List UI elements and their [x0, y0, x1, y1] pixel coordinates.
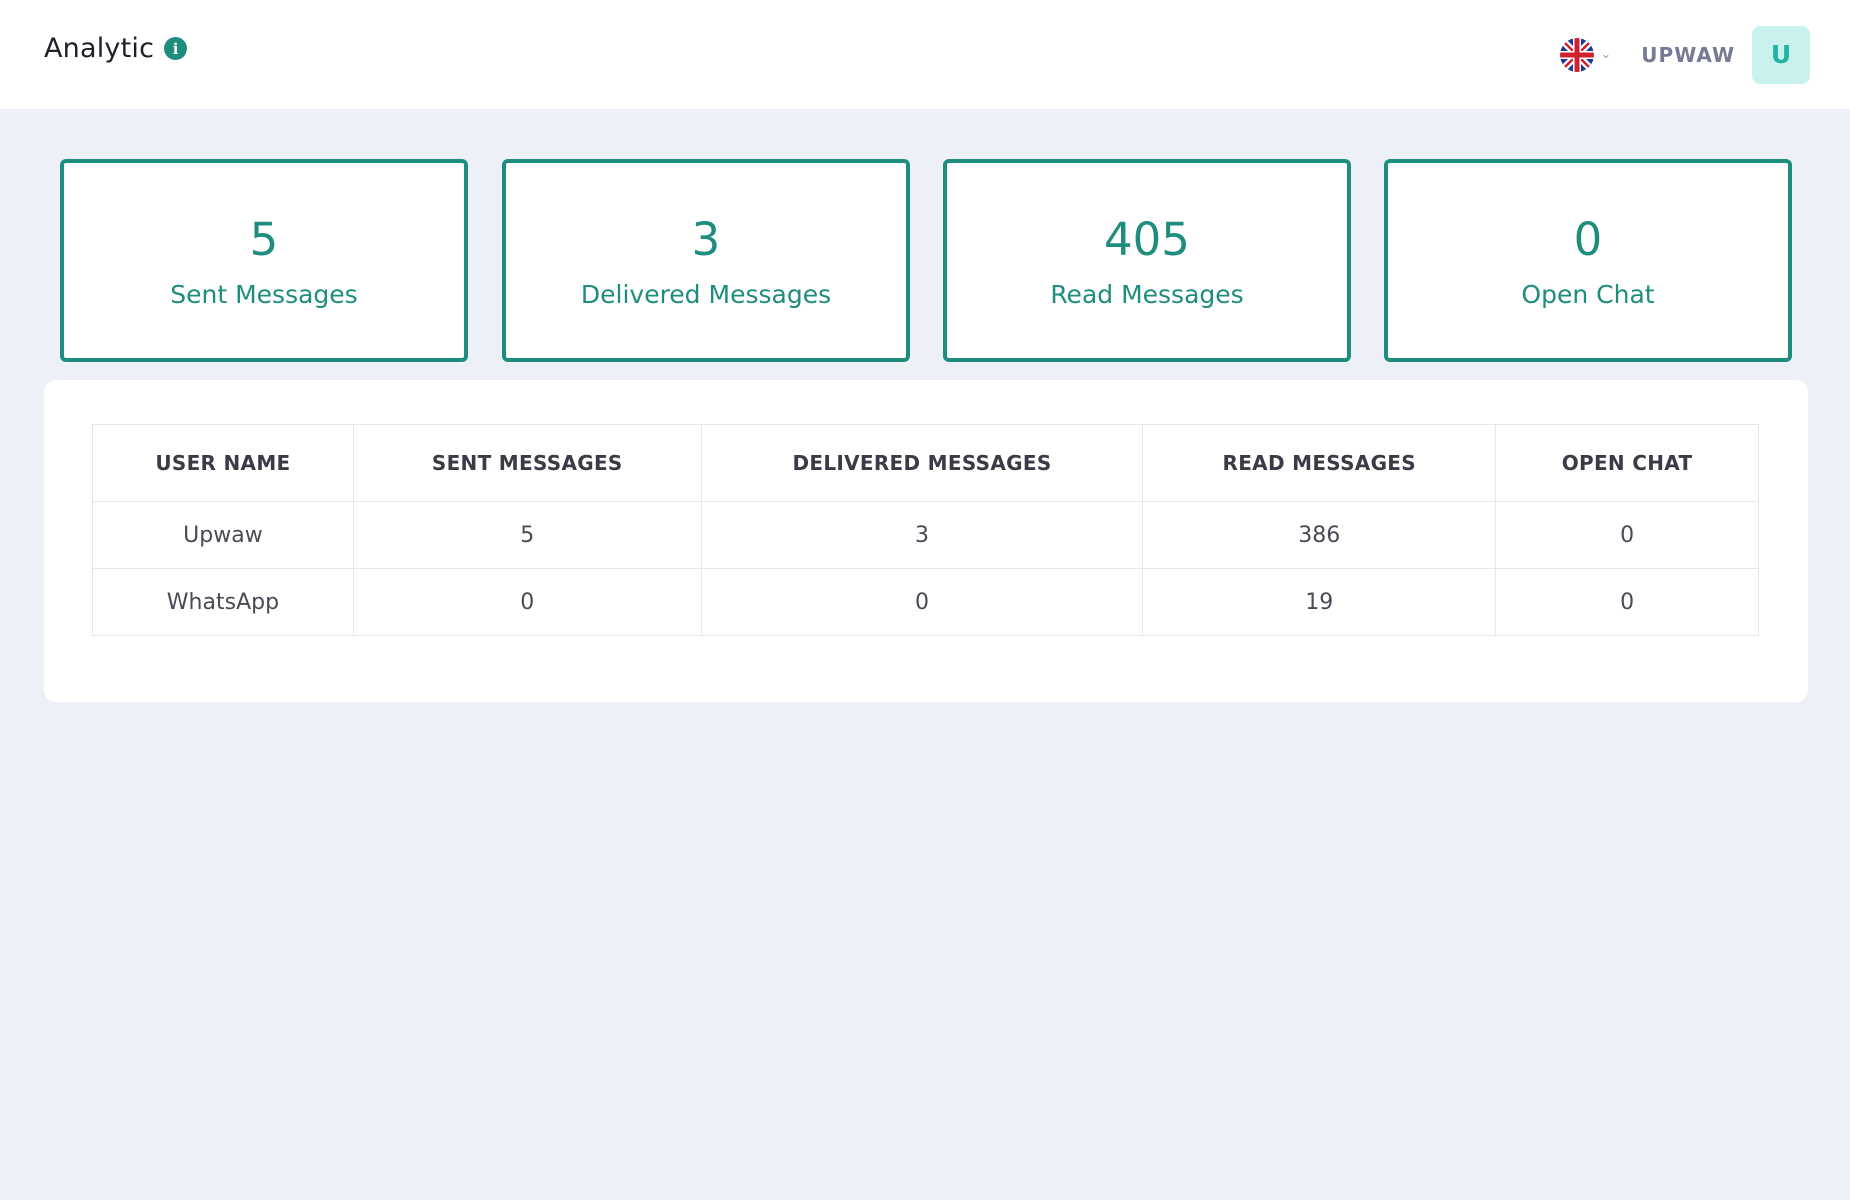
cell-sent-messages: 0: [352, 568, 702, 636]
header-actions: ⌄ UPWAW U: [1560, 25, 1810, 84]
avatar[interactable]: U: [1752, 25, 1810, 84]
stat-card-delivered: 3 Delivered Messages: [502, 159, 910, 362]
top-header: Analytic i ⌄ UPWAW U: [0, 0, 1850, 109]
stat-label: Open Chat: [1521, 279, 1655, 309]
stat-value: 3: [691, 212, 721, 266]
cell-user-name: WhatsApp: [92, 568, 354, 636]
uk-flag-icon: [1560, 37, 1595, 72]
stat-label: Sent Messages: [170, 279, 358, 309]
table-row: Upwaw 5 3 386 0: [92, 501, 1759, 569]
table-header-row: USER NAME SENT MESSAGES DELIVERED MESSAG…: [92, 424, 1759, 502]
cell-open-chat: 0: [1495, 568, 1759, 636]
cell-read-messages: 19: [1142, 568, 1497, 636]
column-header-user-name[interactable]: USER NAME: [92, 424, 354, 502]
stat-label: Delivered Messages: [580, 279, 832, 309]
column-header-read-messages[interactable]: READ MESSAGES: [1142, 424, 1497, 502]
stat-card-read: 405 Read Messages: [943, 159, 1351, 362]
stat-value: 405: [1104, 212, 1190, 266]
cell-sent-messages: 5: [352, 501, 702, 569]
info-icon[interactable]: i: [164, 37, 188, 60]
cell-read-messages: 386: [1142, 501, 1497, 569]
stat-value: 0: [1573, 212, 1603, 266]
title-area: Analytic i: [44, 33, 188, 64]
analytics-table: USER NAME SENT MESSAGES DELIVERED MESSAG…: [92, 424, 1759, 636]
cell-delivered-messages: 3: [700, 501, 1144, 569]
cell-delivered-messages: 0: [700, 568, 1144, 636]
analytics-table-panel: USER NAME SENT MESSAGES DELIVERED MESSAG…: [44, 380, 1808, 702]
cell-user-name: Upwaw: [92, 501, 354, 569]
column-header-delivered-messages[interactable]: DELIVERED MESSAGES: [700, 424, 1144, 502]
username[interactable]: UPWAW: [1641, 43, 1735, 67]
cell-open-chat: 0: [1495, 501, 1759, 569]
page-title: Analytic: [44, 33, 155, 64]
language-selector[interactable]: ⌄: [1560, 37, 1612, 72]
chevron-down-icon: ⌄: [1600, 47, 1612, 62]
stat-label: Read Messages: [1050, 279, 1244, 309]
stat-card-sent: 5 Sent Messages: [60, 159, 468, 362]
table-row: WhatsApp 0 0 19 0: [92, 568, 1759, 636]
stat-card-open-chat: 0 Open Chat: [1384, 159, 1792, 362]
column-header-sent-messages[interactable]: SENT MESSAGES: [352, 424, 702, 502]
column-header-open-chat[interactable]: OPEN CHAT: [1495, 424, 1759, 502]
stats-row: 5 Sent Messages 3 Delivered Messages 405…: [60, 159, 1792, 362]
stat-value: 5: [249, 212, 279, 266]
